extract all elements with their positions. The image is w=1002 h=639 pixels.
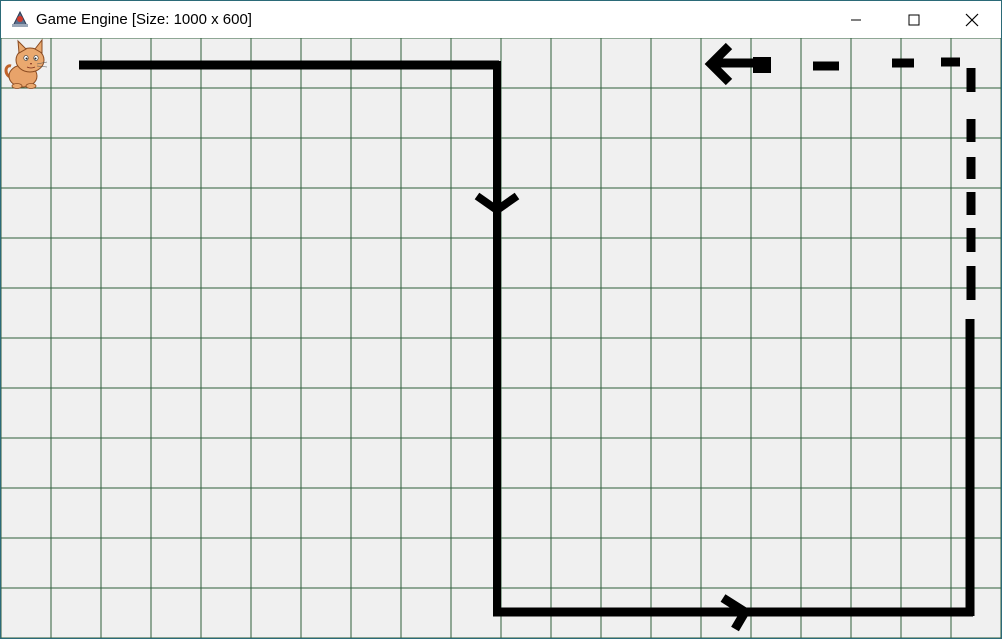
- maximize-button[interactable]: [885, 1, 943, 38]
- maximize-icon: [908, 14, 920, 25]
- title-bar[interactable]: Game Engine [Size: 1000 x 600]: [1, 1, 1001, 38]
- dash-block: [753, 57, 771, 73]
- minimize-button[interactable]: [827, 1, 885, 38]
- close-button[interactable]: [943, 1, 1001, 38]
- cat-sprite[interactable]: [3, 38, 49, 90]
- game-scene: [1, 38, 1001, 638]
- game-canvas[interactable]: [1, 38, 1001, 638]
- minimize-icon: [851, 19, 861, 20]
- window-title: Game Engine [Size: 1000 x 600]: [36, 11, 252, 28]
- close-icon: [965, 13, 979, 26]
- game-engine-window: Game Engine [Size: 1000 x 600]: [0, 0, 1002, 639]
- java-app-icon: [10, 9, 30, 29]
